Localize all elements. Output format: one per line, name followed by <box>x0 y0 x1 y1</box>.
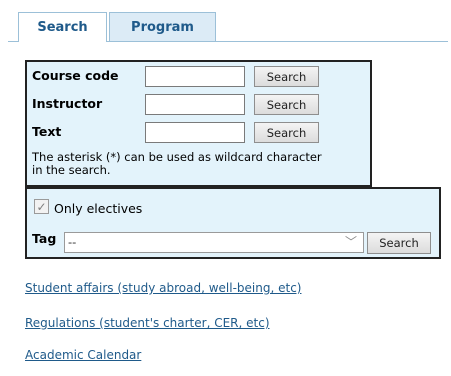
course-code-input[interactable] <box>145 66 245 87</box>
electives-form: ✓ Only electives Tag -- ﹀ Search <box>25 187 441 259</box>
student-affairs-link[interactable]: Student affairs (study abroad, well-bein… <box>25 281 301 295</box>
tag-select-value: -- <box>68 235 77 249</box>
instructor-label: Instructor <box>32 96 103 111</box>
instructor-input[interactable] <box>145 94 245 115</box>
tag-select[interactable]: -- ﹀ <box>64 232 364 253</box>
academic-calendar-link[interactable]: Academic Calendar <box>25 348 141 362</box>
check-icon: ✓ <box>36 199 47 214</box>
chevron-down-icon: ﹀ <box>344 235 357 249</box>
wildcard-note: The asterisk (*) can be used as wildcard… <box>32 150 322 177</box>
course-code-search-button[interactable]: Search <box>254 66 319 87</box>
text-search-button[interactable]: Search <box>254 122 319 143</box>
tab-search[interactable]: Search <box>18 12 107 42</box>
regulations-link[interactable]: Regulations (student's charter, CER, etc… <box>25 316 270 330</box>
only-electives-label[interactable]: Only electives <box>54 201 142 216</box>
instructor-search-button[interactable]: Search <box>254 94 319 115</box>
only-electives-checkbox[interactable]: ✓ <box>34 199 49 214</box>
tag-search-button[interactable]: Search <box>367 232 431 254</box>
course-code-label: Course code <box>32 68 119 83</box>
tag-label: Tag <box>32 231 57 246</box>
text-input[interactable] <box>145 122 245 143</box>
tab-program[interactable]: Program <box>109 12 216 41</box>
text-label: Text <box>32 124 62 139</box>
search-form: Course code Search Instructor Search Tex… <box>25 60 372 187</box>
